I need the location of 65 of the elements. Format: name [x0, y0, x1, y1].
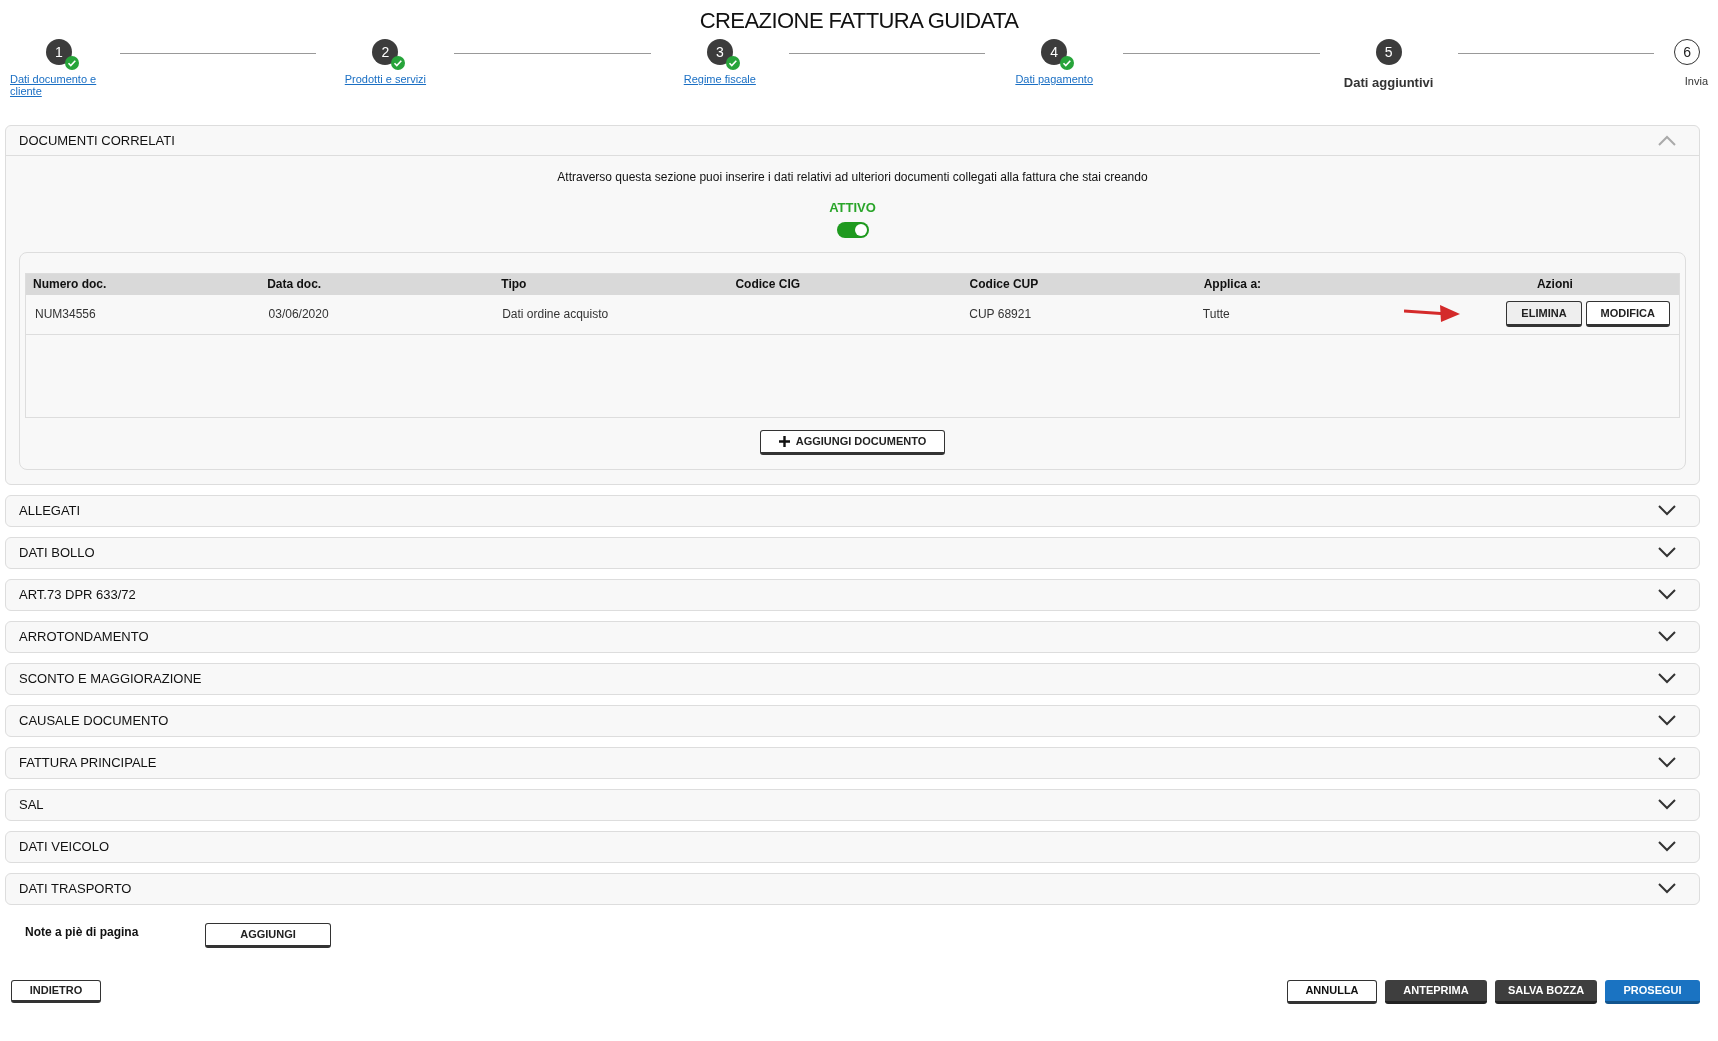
- table-cell-text: 03/06/2020: [268, 306, 330, 323]
- step-number: 1: [46, 39, 72, 65]
- column-header: Codice CUP: [969, 276, 1040, 293]
- table-cell-text: Dati ordine acquisto: [502, 306, 610, 323]
- table-cell-text: CUP 68921: [969, 306, 1033, 323]
- step-number: 3: [706, 39, 733, 65]
- step-link[interactable]: Regime fiscale: [683, 73, 756, 85]
- check-icon: [725, 56, 740, 70]
- step-label: Dati aggiuntivi: [1343, 74, 1434, 92]
- accordion-header[interactable]: SAL: [6, 789, 1699, 820]
- step-number: 2: [372, 39, 399, 65]
- table-cell-text: NUM34556: [35, 306, 97, 323]
- check-icon: [65, 56, 79, 70]
- row-action-button[interactable]: MODIFICA: [1585, 301, 1670, 327]
- check-icon: [1060, 56, 1075, 70]
- column-header: Applica a:: [1203, 276, 1263, 293]
- add-document-button[interactable]: AGGIUNGI DOCUMENTO: [759, 429, 946, 455]
- accordion-header[interactable]: ART.73 DPR 633/72: [6, 579, 1699, 610]
- accordion-header[interactable]: ARROTONDAMENTO: [6, 621, 1699, 652]
- chevron-down-icon: [1658, 505, 1676, 516]
- chevron-down-icon: [1658, 799, 1676, 810]
- chevron-down-icon: [1658, 673, 1676, 684]
- accordion-header[interactable]: DATI VEICOLO: [6, 831, 1699, 862]
- back-button[interactable]: INDIETRO: [11, 980, 101, 1003]
- accordion-header[interactable]: DATI BOLLO: [6, 537, 1699, 568]
- chevron-up-icon: [1658, 135, 1676, 146]
- toggle-label: ATTIVO: [829, 199, 876, 217]
- chevron-down-icon: [1658, 589, 1676, 600]
- section-description: Attraverso questa sezione puoi inserire i dati relativi ad ulteriori documenti collegati alla fattura che stai creando: [557, 169, 1148, 186]
- column-header: Codice CIG: [735, 276, 802, 293]
- accordion-header[interactable]: FATTURA PRINCIPALE: [6, 747, 1699, 778]
- add-button[interactable]: AGGIUNGI: [205, 922, 331, 948]
- step-number: 5: [1375, 39, 1402, 65]
- step-label: Invia: [1684, 74, 1709, 89]
- chevron-down-icon: [1658, 547, 1676, 558]
- chevron-down-icon: [1658, 631, 1676, 642]
- accordion-header[interactable]: DOCUMENTI CORRELATI: [6, 126, 1699, 156]
- chevron-down-icon: [1658, 883, 1676, 894]
- column-header: Data doc.: [267, 276, 323, 293]
- step-number: 6: [1674, 39, 1701, 65]
- step-link[interactable]: Prodotti e servizi: [344, 73, 427, 85]
- chevron-down-icon: [1658, 757, 1676, 768]
- check-icon: [391, 56, 406, 70]
- toggle-switch[interactable]: [836, 221, 869, 238]
- step-link[interactable]: Dati documento e cliente: [10, 73, 106, 97]
- table-cell-text: Tutte: [1202, 306, 1231, 323]
- footer-button[interactable]: ANNULLA: [1287, 979, 1377, 1004]
- column-header: Azioni: [1535, 276, 1574, 293]
- footer-button[interactable]: SALVA BOZZA: [1495, 979, 1597, 1004]
- footnotes-label: Note a piè di pagina: [25, 923, 140, 941]
- column-header: Tipo: [501, 276, 528, 293]
- chevron-down-icon: [1658, 841, 1676, 852]
- column-header: Numero doc.: [33, 276, 108, 293]
- accordion-header[interactable]: CAUSALE DOCUMENTO: [6, 705, 1699, 736]
- chevron-down-icon: [1658, 715, 1676, 726]
- footer-button[interactable]: PROSEGUI: [1605, 979, 1700, 1004]
- footer-button[interactable]: ANTEPRIMA: [1385, 979, 1487, 1004]
- step-number: 4: [1041, 39, 1068, 65]
- plus-icon: [778, 435, 790, 447]
- accordion-header[interactable]: ALLEGATI: [6, 495, 1699, 526]
- accordion-header[interactable]: DATI TRASPORTO: [6, 873, 1699, 904]
- accordion-header[interactable]: SCONTO E MAGGIORAZIONE: [6, 663, 1699, 694]
- row-action-button[interactable]: ELIMINA: [1506, 301, 1582, 327]
- step-link[interactable]: Dati pagamento: [1015, 73, 1094, 85]
- page-title: CREAZIONE FATTURA GUIDATA: [698, 7, 1020, 35]
